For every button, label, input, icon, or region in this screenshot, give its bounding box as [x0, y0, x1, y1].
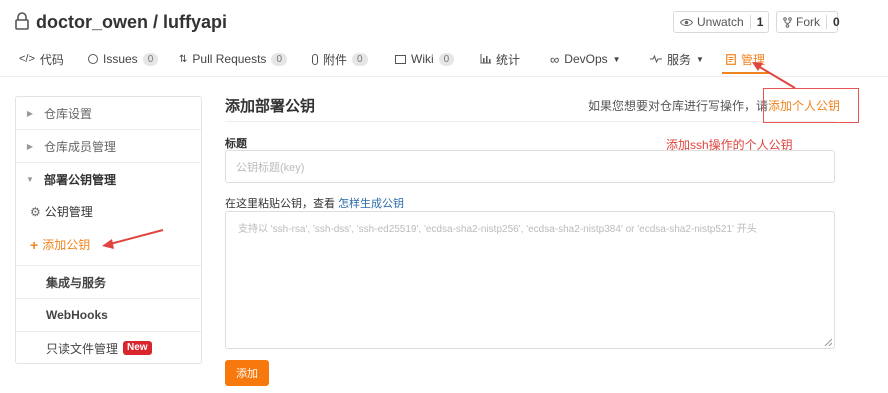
- sidebar-item-label: WebHooks: [46, 308, 108, 322]
- sidebar-item-label: 只读文件管理: [46, 341, 119, 356]
- sidebar-item-label: 集成与服务: [46, 275, 107, 290]
- fork-label: Fork: [796, 15, 820, 29]
- tab-label: 附件: [323, 52, 348, 67]
- tab-wiki[interactable]: Wiki 0: [395, 46, 455, 72]
- how-to-generate-key-link[interactable]: 怎样生成公钥: [338, 198, 404, 210]
- tab-pull-requests[interactable]: ⇅ Pull Requests 0: [179, 46, 287, 72]
- tab-label: 服务: [667, 52, 692, 67]
- paste-key-label: 在这里粘贴公钥，查看 怎样生成公钥: [225, 195, 404, 211]
- tab-badge: 0: [271, 52, 287, 66]
- unwatch-label: Unwatch: [697, 15, 744, 29]
- tab-label: Pull Requests: [192, 52, 267, 66]
- code-icon: </>: [19, 53, 35, 65]
- attachment-icon: [312, 53, 318, 65]
- plus-icon: +: [30, 236, 39, 253]
- gear-icon: ⚙: [30, 204, 41, 219]
- key-title-input[interactable]: 公钥标题(key): [225, 150, 835, 183]
- key-title-placeholder: 公钥标题(key): [236, 161, 305, 174]
- sidebar-item-readonly-files[interactable]: 只读文件管理 New: [16, 331, 201, 364]
- fork-button[interactable]: Fork 0: [776, 11, 840, 33]
- repo-nav-tabs: </> 代码 Issues 0 ⇅ Pull Requests 0 附件 0 W…: [0, 46, 888, 76]
- manage-icon: [726, 53, 736, 65]
- tab-label: 管理: [741, 52, 766, 67]
- sidebar-item-label: 添加公钥: [42, 238, 91, 252]
- caret-right-icon: ▶: [26, 108, 34, 118]
- sidebar-item-key-management[interactable]: ⚙ 公钥管理: [16, 195, 201, 228]
- sidebar-item-label: 仓库设置: [44, 106, 93, 121]
- tab-devops[interactable]: ∞ DevOps ▼: [550, 46, 621, 72]
- public-key-placeholder: 支持以 'ssh-rsa', 'ssh-dss', 'ssh-ed25519',…: [238, 224, 757, 235]
- sidebar-item-label: 部署公钥管理: [44, 173, 117, 187]
- chart-icon: [480, 54, 491, 64]
- tab-label: 统计: [496, 52, 521, 67]
- title-field-label: 标题: [225, 138, 247, 150]
- fork-count[interactable]: 0: [826, 15, 846, 29]
- tab-badge: 0: [438, 52, 455, 66]
- wiki-icon: [395, 54, 406, 64]
- caret-right-icon: ▶: [26, 141, 34, 151]
- sidebar-item-add-key[interactable]: + 添加公钥: [16, 228, 201, 261]
- sidebar-item-members[interactable]: ▶ 仓库成员管理: [16, 130, 201, 163]
- tab-label: Issues: [103, 52, 138, 66]
- annotation-highlight-box: [763, 88, 859, 123]
- add-key-button[interactable]: 添加: [225, 360, 269, 386]
- tab-services[interactable]: 服务 ▼: [650, 46, 704, 72]
- issue-icon: [88, 54, 98, 64]
- repo-title[interactable]: doctor_owen / luffyapi: [36, 10, 227, 34]
- caret-down-icon: ▼: [612, 54, 621, 64]
- eye-icon: [680, 18, 693, 26]
- tab-badge: 0: [352, 52, 368, 66]
- tab-label: DevOps: [564, 52, 608, 66]
- annotation-note: 添加ssh操作的个人公钥: [666, 138, 793, 152]
- tab-label: Wiki: [411, 52, 434, 66]
- sidebar-item-repo-settings[interactable]: ▶ 仓库设置: [16, 97, 201, 130]
- resize-handle-icon[interactable]: [824, 338, 832, 346]
- tab-stats[interactable]: 统计: [480, 46, 520, 72]
- tab-issues[interactable]: Issues 0: [88, 46, 159, 72]
- tab-badge: 0: [142, 52, 159, 66]
- lock-icon: [15, 12, 29, 30]
- repo-header: doctor_owen / luffyapi Unwatch 1 Fork 0: [14, 10, 874, 36]
- sidebar-item-integrations[interactable]: 集成与服务: [16, 265, 201, 298]
- watch-count[interactable]: 1: [749, 15, 770, 29]
- caret-down-icon: ▼: [26, 175, 34, 184]
- devops-icon: ∞: [550, 51, 560, 67]
- public-key-textarea[interactable]: 支持以 'ssh-rsa', 'ssh-dss', 'ssh-ed25519',…: [225, 211, 835, 349]
- paste-key-text: 在这里粘贴公钥，查看: [225, 198, 335, 210]
- tab-manage[interactable]: 管理: [721, 46, 770, 74]
- sidebar-item-webhooks[interactable]: WebHooks: [16, 298, 201, 331]
- sidebar-item-label: 公钥管理: [44, 205, 93, 219]
- sidebar-item-label: 仓库成员管理: [44, 139, 117, 154]
- sidebar-item-deploy-keys[interactable]: ▼ 部署公钥管理: [16, 163, 201, 196]
- tabs-divider: [0, 76, 888, 77]
- caret-down-icon: ▼: [696, 54, 704, 64]
- hint-text: 如果您想要对仓库进行写操作，请: [588, 99, 769, 113]
- unwatch-button[interactable]: Unwatch 1: [673, 11, 769, 33]
- tab-attachments[interactable]: 附件 0: [312, 46, 368, 72]
- tab-label: 代码: [39, 52, 64, 67]
- pull-request-icon: ⇅: [179, 53, 188, 65]
- fork-icon: [783, 16, 792, 28]
- settings-sidebar: ▶ 仓库设置 ▶ 仓库成员管理 ▼ 部署公钥管理 ⚙ 公钥管理 + 添加公钥 集…: [15, 96, 202, 364]
- title-divider: [225, 121, 835, 122]
- page-title: 添加部署公钥: [225, 98, 316, 115]
- tab-code[interactable]: </> 代码: [19, 46, 64, 72]
- pulse-icon: [650, 55, 662, 63]
- new-badge: New: [123, 341, 152, 355]
